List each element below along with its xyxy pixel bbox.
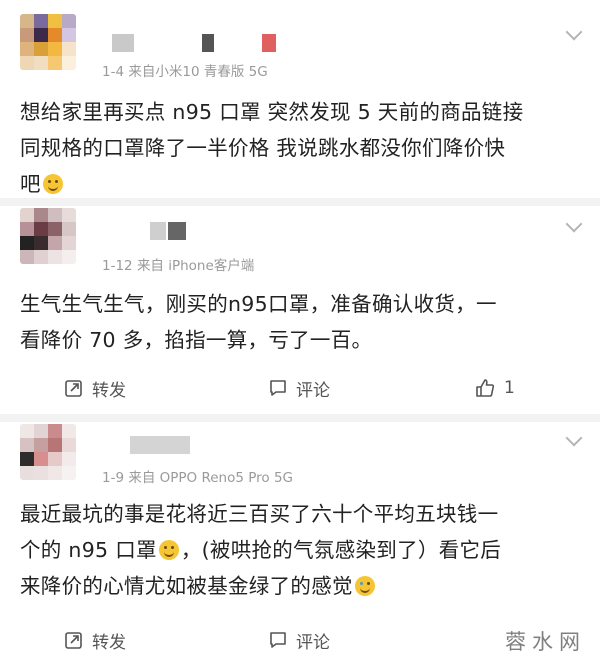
- username-blurred[interactable]: [112, 34, 292, 52]
- chevron-down-icon[interactable]: [565, 429, 583, 447]
- like-button[interactable]: 1: [474, 370, 515, 406]
- comment-1: 1-4 来自小米10 青春版 5G 想给家里再买点 n95 口罩 突然发现 5 …: [0, 0, 600, 205]
- username-blurred[interactable]: [150, 222, 210, 240]
- username-blurred[interactable]: [130, 436, 196, 454]
- comment-meta: 1-12 来自 iPhone客户端: [102, 254, 254, 274]
- comment-icon: [270, 632, 286, 648]
- comment-line: 同规格的口罩降了一半价格 我说跳水都没你们降价快: [20, 136, 506, 160]
- comment-text: 生气生气生气，刚买的n95口罩，准备确认收货，一 看降价 70 多，掐指一算，亏…: [20, 286, 580, 358]
- comment-line: 看降价 70 多，掐指一算，亏了一百。: [20, 328, 373, 352]
- avatar[interactable]: [20, 424, 76, 480]
- comment-label: 评论: [296, 380, 330, 401]
- smile-emoji-icon: [42, 174, 63, 194]
- comment-meta: 1-4 来自小米10 青春版 5G: [102, 60, 268, 80]
- repost-icon: [65, 380, 82, 397]
- grin-emoji-icon: [158, 540, 179, 560]
- like-count: 1: [504, 378, 515, 398]
- thumbs-up-icon: [476, 379, 495, 397]
- comment-2: 1-12 来自 iPhone客户端 生气生气生气，刚买的n95口罩，准备确认收货…: [0, 206, 600, 422]
- divider: [0, 198, 600, 206]
- comment-line: 最近最坑的事是花将近三百买了六十个平均五块钱一: [20, 502, 499, 526]
- divider: [0, 414, 600, 422]
- comment-button[interactable]: 评论: [268, 622, 330, 658]
- comment-source: 来自 iPhone客户端: [136, 258, 255, 274]
- comment-line: 生气生气生气，刚买的n95口罩，准备确认收货，一: [20, 292, 497, 316]
- comment-label: 评论: [296, 632, 330, 653]
- comment-text: 最近最坑的事是花将近三百买了六十个平均五块钱一 个的 n95 口罩 ，(被哄抢的气…: [20, 496, 580, 604]
- cry-emoji-icon: [354, 576, 375, 596]
- comment-source: 来自小米10 青春版 5G: [128, 64, 268, 80]
- repost-button[interactable]: 转发: [64, 370, 126, 406]
- repost-button[interactable]: 转发: [64, 622, 126, 658]
- comment-line: 想给家里再买点 n95 口罩 突然发现 5 天前的商品链接: [20, 100, 524, 124]
- comment-actions: 转发 评论 1: [0, 370, 600, 406]
- comment-meta: 1-9 来自 OPPO Reno5 Pro 5G: [102, 466, 293, 486]
- comment-date: 1-4: [102, 64, 125, 80]
- chevron-down-icon[interactable]: [565, 23, 583, 41]
- repost-label: 转发: [92, 632, 126, 653]
- comment-date: 1-12: [102, 258, 133, 274]
- comment-text: 想给家里再买点 n95 口罩 突然发现 5 天前的商品链接 同规格的口罩降了一半…: [20, 94, 580, 202]
- comment-button[interactable]: 评论: [268, 370, 330, 406]
- avatar[interactable]: [20, 14, 76, 70]
- comment-source: 来自 OPPO Reno5 Pro 5G: [128, 470, 294, 486]
- comment-line: 个的 n95 口罩 ，(被哄抢的气氛感染到了）看它后: [20, 538, 502, 562]
- comment-icon: [270, 380, 286, 396]
- comment-line: 吧: [20, 166, 580, 202]
- repost-icon: [65, 632, 82, 649]
- repost-label: 转发: [92, 380, 126, 401]
- watermark: 蓉水网: [505, 630, 586, 654]
- comment-date: 1-9: [102, 470, 125, 486]
- avatar[interactable]: [20, 208, 76, 264]
- chevron-down-icon[interactable]: [565, 215, 583, 233]
- comment-line: 来降价的心情尤如被基金绿了的感觉: [20, 568, 580, 604]
